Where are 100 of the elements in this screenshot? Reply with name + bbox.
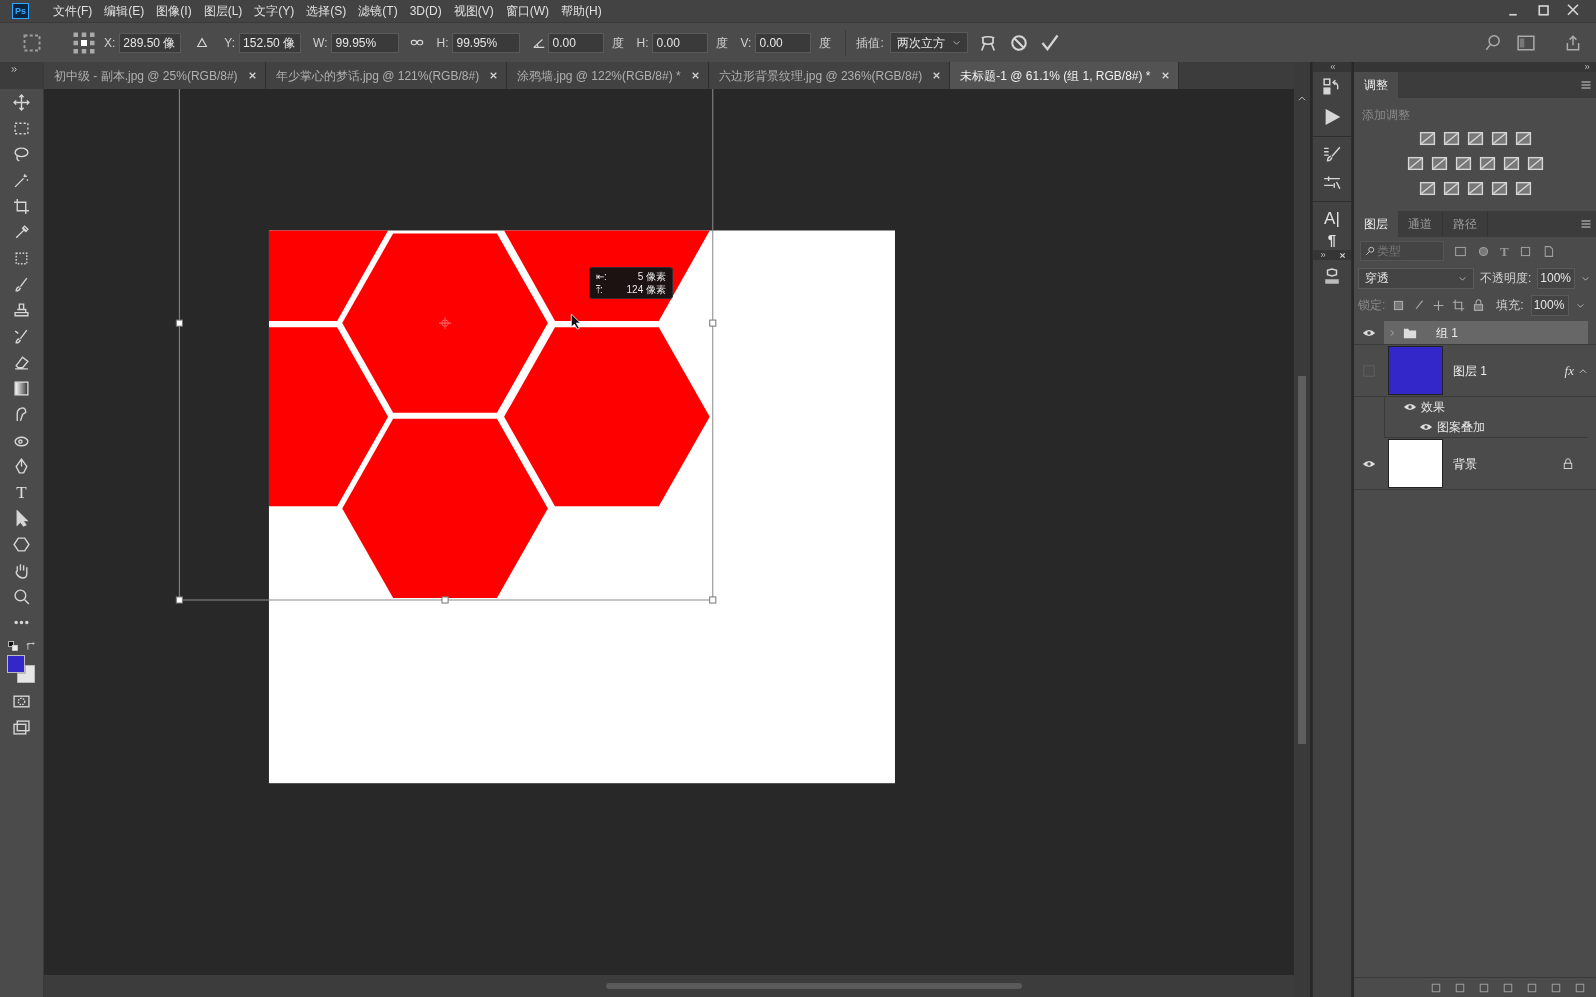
new-group-icon[interactable] [1526, 981, 1538, 994]
layer-name[interactable]: 背景 [1453, 454, 1477, 473]
close-icon[interactable] [932, 71, 942, 80]
zoom-icon[interactable] [13, 588, 30, 605]
search-icon[interactable] [1484, 33, 1502, 52]
type-tool[interactable]: T [12, 484, 31, 501]
lock-icon[interactable] [1472, 298, 1486, 312]
panel-tab[interactable]: 图层 [1354, 211, 1398, 237]
brush-presets-icon[interactable] [1323, 173, 1341, 191]
history-icon[interactable] [1323, 78, 1341, 96]
play-icon[interactable] [1323, 108, 1341, 126]
share-icon[interactable] [1564, 33, 1582, 52]
effect-name[interactable]: 图案叠加 [1437, 417, 1485, 436]
history-brush-icon[interactable] [13, 328, 30, 345]
menu-item[interactable]: 帮助(H) [555, 2, 608, 20]
menu-item[interactable]: 3D(D) [403, 2, 448, 20]
menu-item[interactable]: 窗口(W) [499, 2, 555, 20]
transform-handle[interactable] [709, 596, 717, 604]
interpolation-dropdown[interactable]: 两次立方 [889, 32, 968, 53]
menu-item[interactable]: 视图(V) [447, 2, 500, 20]
transform-handle[interactable] [709, 319, 717, 327]
link-layers-icon[interactable] [1430, 981, 1442, 994]
expand-arrows-icon[interactable] [10, 66, 19, 73]
input-field[interactable]: 0.00 [652, 32, 709, 53]
fill-field[interactable]: 100% [1530, 294, 1569, 316]
input-field[interactable]: 99.95% [331, 32, 400, 53]
lock-pixels-icon[interactable] [1392, 298, 1406, 312]
lock-icon[interactable] [1562, 457, 1574, 470]
transform-handle[interactable] [441, 596, 449, 604]
character-panel-glyph[interactable]: A| [1324, 210, 1340, 228]
adjustment-filter-icon[interactable] [1477, 244, 1490, 258]
expand-arrows-icon[interactable] [1318, 252, 1328, 258]
lasso-icon[interactable] [13, 146, 30, 163]
move-icon[interactable] [13, 94, 30, 111]
close-icon[interactable] [489, 71, 499, 80]
scrollbar-thumb[interactable] [1298, 376, 1306, 744]
close-icon[interactable] [1338, 251, 1346, 259]
layer-name[interactable]: 组 1 [1436, 323, 1458, 342]
add-style-icon[interactable] [1454, 981, 1466, 994]
document-tab[interactable]: 涂鸦墙.jpg @ 122%(RGB/8#) * [507, 62, 709, 89]
add-mask-icon[interactable] [1478, 981, 1490, 994]
expand-arrows-icon[interactable] [1583, 64, 1592, 70]
menu-item[interactable]: 编辑(E) [98, 2, 151, 20]
background-color-swatch[interactable] [16, 665, 35, 683]
input-field[interactable]: 99.95% [452, 32, 521, 53]
frame-icon[interactable] [13, 250, 30, 267]
opacity-field[interactable]: 100% [1537, 267, 1576, 289]
transform-handle[interactable] [175, 319, 183, 327]
scrollbar-thumb[interactable] [606, 983, 1022, 989]
swap-colors-icon[interactable] [25, 641, 36, 651]
lock-artboard-icon[interactable] [1452, 298, 1466, 312]
input-field[interactable]: 289.50 像 [119, 32, 182, 53]
foreground-color-swatch[interactable] [6, 655, 25, 673]
scroll-up-icon[interactable] [1297, 94, 1307, 104]
hand-icon[interactable] [13, 562, 30, 579]
cancel-icon[interactable] [1009, 33, 1028, 52]
menu-item[interactable]: 滤镜(T) [352, 2, 404, 20]
layer-row[interactable]: 图层 1 fx [1384, 345, 1588, 396]
effect-name[interactable]: 效果 [1421, 397, 1445, 416]
commit-icon[interactable] [1039, 32, 1060, 53]
quick-mask-icon[interactable] [13, 693, 30, 710]
new-layer-icon[interactable] [1550, 981, 1562, 994]
menu-item[interactable]: 图层(L) [197, 2, 249, 20]
eyedropper-icon[interactable] [13, 224, 30, 241]
pixel-filter-icon[interactable] [1454, 244, 1467, 258]
panel-tab[interactable]: 调整 [1354, 72, 1398, 98]
layer-name[interactable]: 图层 1 [1453, 361, 1487, 380]
input-field[interactable]: 0.00 [548, 32, 605, 53]
menu-item[interactable]: 文字(Y) [248, 2, 301, 20]
menu-item[interactable]: 图像(I) [150, 2, 198, 20]
input-field[interactable]: 0.00 [755, 32, 812, 53]
layer-row[interactable]: 背景 [1384, 438, 1588, 489]
reference-point-icon[interactable] [72, 30, 96, 55]
gradient-icon[interactable] [13, 380, 30, 397]
menu-item[interactable]: 文件(F) [47, 2, 99, 20]
magic-wand-icon[interactable] [13, 172, 30, 189]
input-field[interactable]: 152.50 像 [239, 32, 302, 53]
eraser-icon[interactable] [13, 354, 30, 371]
brush-settings-icon[interactable] [1323, 145, 1341, 163]
crop-icon[interactable] [13, 198, 30, 215]
close-icon[interactable] [690, 71, 700, 80]
close-icon[interactable] [1160, 71, 1170, 80]
close-icon[interactable] [247, 71, 257, 80]
new-adjustment-icon[interactable] [1502, 981, 1514, 994]
layer-row[interactable]: 组 1 [1384, 321, 1588, 344]
3d-icon[interactable] [1323, 268, 1341, 286]
menu-item[interactable]: 选择(S) [300, 2, 353, 20]
panel-menu-icon[interactable] [1580, 218, 1592, 230]
delete-icon[interactable] [1574, 981, 1586, 994]
stamp-icon[interactable] [13, 302, 30, 319]
default-colors-icon[interactable] [7, 641, 18, 651]
document-tab[interactable]: 六边形背景纹理.jpg @ 236%(RGB/8#) [708, 62, 951, 89]
marquee-icon[interactable] [13, 120, 30, 137]
document-tab[interactable]: 初中级 - 副本.jpg @ 25%(RGB/8#) [44, 62, 266, 89]
shape-filter-icon[interactable] [1518, 244, 1532, 258]
panel-tab[interactable]: 路径 [1443, 211, 1488, 237]
hexagon-icon[interactable] [13, 536, 30, 553]
screen-mode-icon[interactable] [13, 719, 30, 736]
document-tab[interactable]: 年少掌心的梦话.jpg @ 121%(RGB/8#) [265, 62, 508, 89]
delta-icon[interactable] [195, 35, 210, 50]
